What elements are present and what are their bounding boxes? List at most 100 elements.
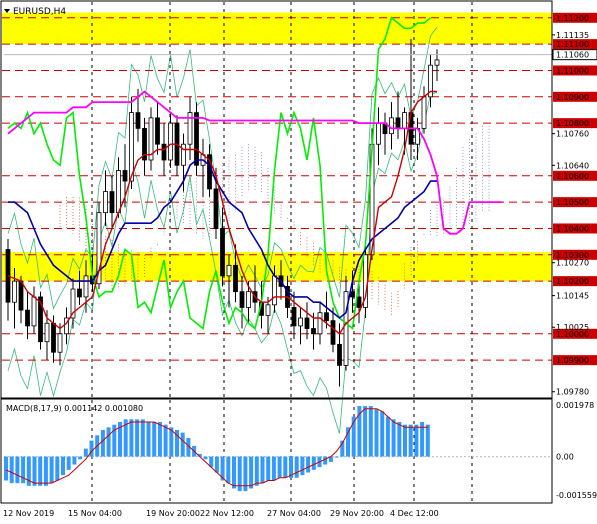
- macd-bar: [254, 456, 259, 486]
- macd-bar: [266, 456, 271, 481]
- macd-bar: [163, 424, 168, 457]
- macd-bar: [140, 419, 145, 457]
- macd-bar: [9, 456, 14, 484]
- price-level-text: 1.11100: [556, 40, 589, 49]
- price-tick-label: 1.09780: [556, 388, 589, 397]
- macd-bar: [106, 427, 111, 457]
- macd-bar: [43, 456, 48, 486]
- time-label: 12 Nov 2019: [3, 509, 54, 518]
- price-level-text: 1.09900: [556, 356, 589, 365]
- macd-bar: [408, 424, 413, 457]
- candle-body: [226, 264, 232, 277]
- price-level-label: 1.09900: [553, 355, 597, 366]
- macd-bar: [249, 456, 254, 489]
- macd-bar: [300, 456, 305, 476]
- candle-body: [265, 304, 271, 316]
- price-level-text: 1.11000: [556, 66, 589, 75]
- macd-bar: [152, 422, 157, 457]
- macd-bar: [385, 416, 390, 457]
- candle-body: [291, 307, 297, 327]
- macd-bar: [38, 456, 43, 486]
- macd-bar: [66, 456, 71, 470]
- candle-body: [311, 328, 316, 335]
- candle-body: [246, 291, 251, 308]
- macd-bar: [89, 440, 94, 457]
- candle-body: [298, 317, 303, 327]
- macd-bar: [15, 456, 20, 484]
- macd-bar: [157, 422, 162, 457]
- macd-bar: [374, 408, 379, 457]
- candle-body: [135, 112, 141, 129]
- macd-bar: [277, 456, 282, 478]
- macd-bar: [146, 422, 151, 457]
- candle-body: [109, 191, 115, 214]
- macd-bar: [403, 424, 407, 457]
- current-price-text: 1.11060: [556, 51, 589, 60]
- price-level-text: 1.10800: [556, 119, 589, 128]
- price-level-label: 1.10600: [553, 170, 597, 181]
- candle-body: [18, 280, 24, 311]
- macd-tick-label: 0.00: [556, 453, 574, 462]
- macd-bar: [55, 456, 60, 481]
- macd-bar: [397, 422, 402, 457]
- candle-body: [356, 296, 362, 308]
- macd-bar: [414, 424, 419, 457]
- macd-bar: [61, 456, 65, 476]
- candle-body: [51, 322, 56, 353]
- price-tick-label: 1.10270: [556, 259, 589, 268]
- price-level-text: 1.11200: [556, 14, 589, 23]
- price-level-label: 1.11100: [553, 39, 597, 50]
- macd-bar: [72, 456, 77, 465]
- macd-bar: [283, 456, 288, 478]
- candle-body: [272, 275, 277, 306]
- candle-body: [239, 291, 245, 308]
- macd-bar: [391, 419, 396, 457]
- macd-bar: [334, 456, 339, 458]
- price-level-label: 1.11200: [553, 12, 597, 23]
- candle-body: [337, 343, 342, 366]
- price-level-text: 1.10400: [556, 224, 589, 233]
- candle-body: [324, 312, 329, 322]
- candle-body: [330, 320, 336, 345]
- price-tick-label: 1.10145: [556, 292, 589, 301]
- time-label: 4 Dec 12:00: [390, 509, 439, 518]
- macd-bar: [363, 406, 368, 457]
- candle-body: [220, 228, 225, 277]
- macd-bar: [380, 411, 385, 457]
- symbol-title: EURUSD,H4: [13, 7, 66, 17]
- candle-body: [402, 112, 407, 129]
- candle-body: [213, 188, 219, 229]
- macd-bar: [323, 456, 328, 465]
- candle-body: [389, 117, 394, 135]
- price-level-label: 1.10200: [553, 276, 597, 287]
- price-level-label: 1.11000: [553, 65, 597, 76]
- price-tick-label: 1.10640: [556, 161, 589, 170]
- price-level-text: 1.10200: [556, 277, 589, 286]
- candle-body: [57, 333, 63, 353]
- price-level-label: 1.10500: [553, 197, 597, 208]
- macd-bar: [100, 429, 105, 457]
- candle-body: [155, 117, 160, 145]
- symbol-header: EURUSD,H4: [4, 7, 66, 17]
- price-tick-label: 1.10025: [556, 323, 589, 332]
- candle-body: [122, 170, 128, 182]
- macd-bar: [260, 456, 265, 484]
- price-level-label: 1.10900: [553, 91, 597, 102]
- macd-bar: [78, 456, 83, 460]
- macd-bar: [368, 406, 373, 457]
- candle-body: [181, 143, 186, 166]
- chart-window[interactable]: EURUSD,H4 1.11200 1.11100 1.11000 1.10900 1.…: [0, 0, 597, 524]
- price-tick-label: 1.11135: [556, 31, 589, 40]
- macd-bar: [180, 432, 185, 457]
- candle-body: [421, 96, 427, 129]
- candle-body: [83, 275, 89, 298]
- candle-body: [194, 112, 199, 166]
- macd-bar: [32, 456, 37, 486]
- macd-tick-label: 0.001978: [556, 401, 594, 410]
- time-label: 22 Nov 12:00: [200, 509, 254, 518]
- price-tick-label: 1.10760: [556, 130, 589, 139]
- macd-bar: [294, 456, 299, 478]
- time-label: 27 Nov 04:00: [267, 509, 321, 518]
- macd-bar: [83, 448, 88, 457]
- candle-body: [350, 291, 355, 298]
